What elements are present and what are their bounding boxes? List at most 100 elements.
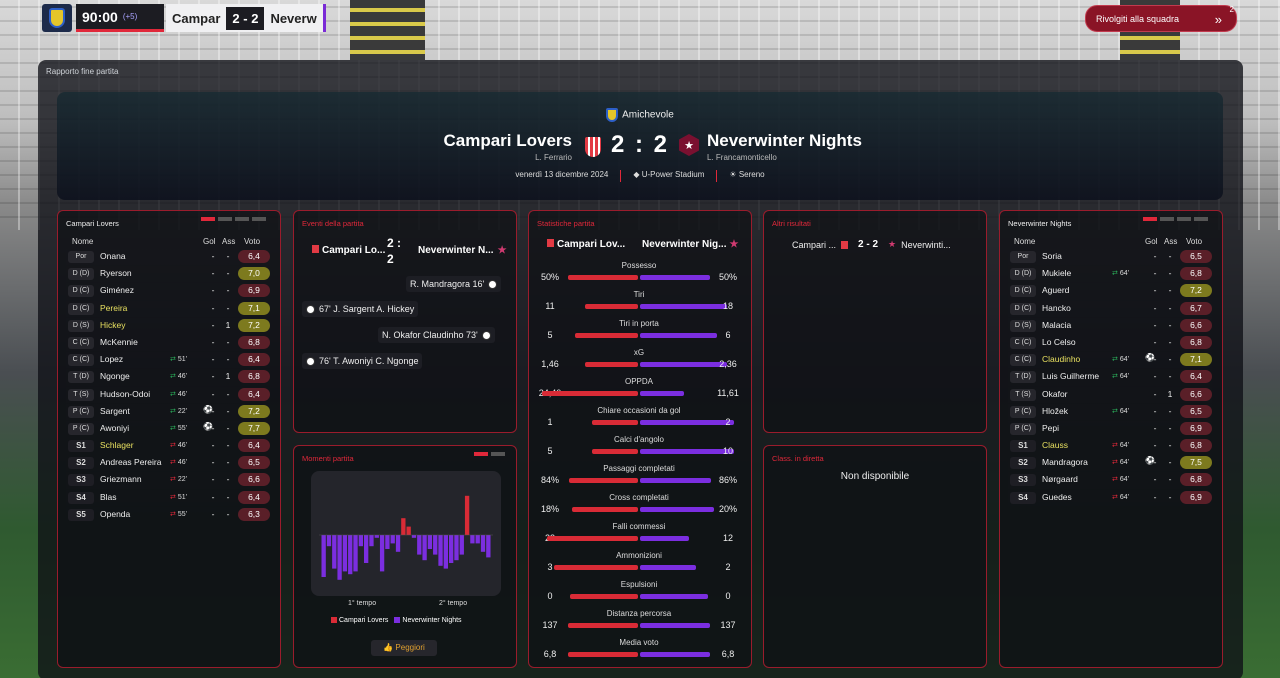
col-name[interactable]: Nome <box>1014 237 1035 246</box>
player-row[interactable]: S1 Clauss ⇄ 64' - -6,8 <box>1008 438 1212 455</box>
match-clock: 90:00 (+5) <box>76 4 164 32</box>
col-name[interactable]: Nome <box>72 237 93 246</box>
player-row[interactable]: S3 Nørgaard ⇄ 64' - -6,8 <box>1008 472 1212 489</box>
events-score-top: 2 : <box>387 236 402 250</box>
player-name[interactable]: Pereira <box>100 303 127 313</box>
sub-minute: 46' <box>177 442 187 450</box>
player-row[interactable]: Por Soria - -6,5 <box>1008 249 1212 266</box>
player-name[interactable]: Nørgaard <box>1042 474 1078 484</box>
player-name[interactable]: Onana <box>100 251 126 261</box>
col-rating[interactable]: Voto <box>244 237 260 246</box>
player-name[interactable]: Clauss <box>1042 440 1068 450</box>
legend-away: Neverwinter Nights <box>394 617 462 624</box>
player-name[interactable]: Hudson-Odoi <box>100 389 150 399</box>
player-name[interactable]: Guedes <box>1042 492 1072 502</box>
player-name[interactable]: Soria <box>1042 251 1062 261</box>
player-row[interactable]: S2 Andreas Pereira ⇄ 46' - -6,5 <box>66 455 270 472</box>
page-dots[interactable] <box>474 452 505 456</box>
player-position: D (C) <box>68 285 94 298</box>
player-name[interactable]: Blas <box>100 492 117 502</box>
player-name[interactable]: Giménez <box>100 285 134 295</box>
col-rating[interactable]: Voto <box>1186 237 1202 246</box>
player-name[interactable]: Mukiele <box>1042 268 1071 278</box>
player-row[interactable]: C (C) Claudinho ⇄ 64' ⚽ - -7,1 <box>1008 352 1212 369</box>
player-row[interactable]: C (C) McKennie - -6,8 <box>66 335 270 352</box>
col-assists[interactable]: Ass <box>1164 237 1177 246</box>
player-name[interactable]: Lo Celso <box>1042 337 1076 347</box>
momentum-bar-away <box>348 535 353 575</box>
player-row[interactable]: D (S) Hickey -1 7,2 <box>66 318 270 335</box>
player-name[interactable]: Hložek <box>1042 406 1068 416</box>
player-name[interactable]: McKennie <box>100 337 138 347</box>
event-goal[interactable]: 67' J. Sargent A. Hickey <box>302 301 419 317</box>
away-manager[interactable]: L. Francamonticello <box>707 153 777 162</box>
player-name[interactable]: Sargent <box>100 406 130 416</box>
other-result-row[interactable]: Campari ... 2 - 2 ★ Neverwinti... <box>792 239 951 250</box>
player-row[interactable]: D (C) Pereira - -7,1 <box>66 301 270 318</box>
player-row[interactable]: S4 Blas ⇄ 51' - -6,4 <box>66 490 270 507</box>
player-row[interactable]: S2 Mandragora ⇄ 64' ⚽ - -7,5 <box>1008 455 1212 472</box>
player-name[interactable]: Aguerd <box>1042 285 1069 295</box>
sub-out-icon: ⇄ <box>170 373 176 381</box>
player-name[interactable]: Pepi <box>1042 423 1059 433</box>
event-goal[interactable]: 76' T. Awoniyi C. Ngonge <box>302 353 423 369</box>
player-row[interactable]: P (C) Awoniyi ⇄ 55' ⚽ - -7,7 <box>66 421 270 438</box>
player-name[interactable]: Lopez <box>100 354 123 364</box>
player-row[interactable]: T (S) Okafor -1 6,6 <box>1008 387 1212 404</box>
player-row[interactable]: P (C) Pepi - -6,9 <box>1008 421 1212 438</box>
away-team-name[interactable]: Neverwinter Nights <box>707 131 862 151</box>
player-row[interactable]: D (D) Mukiele ⇄ 64' - -6,8 <box>1008 266 1212 283</box>
event-goal[interactable]: R. Mandragora 16' <box>406 276 502 292</box>
player-row[interactable]: T (D) Luis Guilherme ⇄ 64' - -6,4 <box>1008 369 1212 386</box>
home-team-name[interactable]: Campari Lovers <box>444 131 573 151</box>
player-name[interactable]: Hickey <box>100 320 126 330</box>
away-crest-icon: ★ <box>497 245 507 256</box>
player-name[interactable]: Malacia <box>1042 320 1071 330</box>
player-name[interactable]: Okafor <box>1042 389 1068 399</box>
player-row[interactable]: S3 Griezmann ⇄ 22' - -6,6 <box>66 472 270 489</box>
player-position: S3 <box>68 474 94 487</box>
stat-away-value: 18 <box>722 301 733 311</box>
event-goal[interactable]: N. Okafor Claudinho 73' <box>378 327 495 343</box>
player-row[interactable]: P (C) Hložek ⇄ 64' - -6,5 <box>1008 404 1212 421</box>
player-name[interactable]: Schlager <box>100 440 134 450</box>
player-row[interactable]: T (D) Ngonge ⇄ 46' -1 6,8 <box>66 369 270 386</box>
player-name[interactable]: Griezmann <box>100 474 142 484</box>
player-row[interactable]: D (C) Hancko - -6,7 <box>1008 301 1212 318</box>
worst-players-button[interactable]: 👍 Peggiori <box>371 640 437 656</box>
player-goals: - <box>211 422 215 433</box>
stat-away-value: 0 <box>725 591 731 601</box>
player-name[interactable]: Openda <box>100 509 130 519</box>
page-dots[interactable] <box>1143 217 1208 221</box>
player-name[interactable]: Hancko <box>1042 303 1071 313</box>
col-assists[interactable]: Ass <box>222 237 235 246</box>
player-row[interactable]: D (C) Giménez - -6,9 <box>66 283 270 300</box>
player-row[interactable]: D (S) Malacia - -6,6 <box>1008 318 1212 335</box>
player-row[interactable]: S1 Schlager ⇄ 46' - -6,4 <box>66 438 270 455</box>
player-name[interactable]: Luis Guilherme <box>1042 371 1099 381</box>
page-dots[interactable] <box>201 217 266 221</box>
team-talk-button[interactable]: Rivolgiti alla squadra » 2 <box>1085 5 1237 32</box>
player-row[interactable]: T (S) Hudson-Odoi ⇄ 46' - -6,4 <box>66 387 270 404</box>
player-row[interactable]: P (C) Sargent ⇄ 22' ⚽ - -7,2 <box>66 404 270 421</box>
club-badge-icon[interactable] <box>42 4 72 32</box>
player-name[interactable]: Ryerson <box>100 268 132 278</box>
player-row[interactable]: C (C) Lopez ⇄ 51' - -6,4 <box>66 352 270 369</box>
player-row[interactable]: S5 Openda ⇄ 55' - -6,3 <box>66 507 270 524</box>
player-goals: - <box>1153 371 1157 382</box>
player-row[interactable]: S4 Guedes ⇄ 64' - -6,9 <box>1008 490 1212 507</box>
col-goals[interactable]: Gol <box>1145 237 1157 246</box>
player-row[interactable]: D (C) Aguerd - -7,2 <box>1008 283 1212 300</box>
player-name[interactable]: Awoniyi <box>100 423 129 433</box>
player-row[interactable]: C (C) Lo Celso - -6,8 <box>1008 335 1212 352</box>
sub-out-icon: ⇄ <box>1112 407 1118 415</box>
col-goals[interactable]: Gol <box>203 237 215 246</box>
home-manager[interactable]: L. Ferrario <box>535 153 572 162</box>
player-name[interactable]: Andreas Pereira <box>100 457 161 467</box>
player-name[interactable]: Ngonge <box>100 371 130 381</box>
player-row[interactable]: Por Onana - -6,4 <box>66 249 270 266</box>
player-assists: - <box>1168 422 1172 433</box>
player-name[interactable]: Mandragora <box>1042 457 1088 467</box>
player-name[interactable]: Claudinho <box>1042 354 1080 364</box>
player-row[interactable]: D (D) Ryerson - -7,0 <box>66 266 270 283</box>
